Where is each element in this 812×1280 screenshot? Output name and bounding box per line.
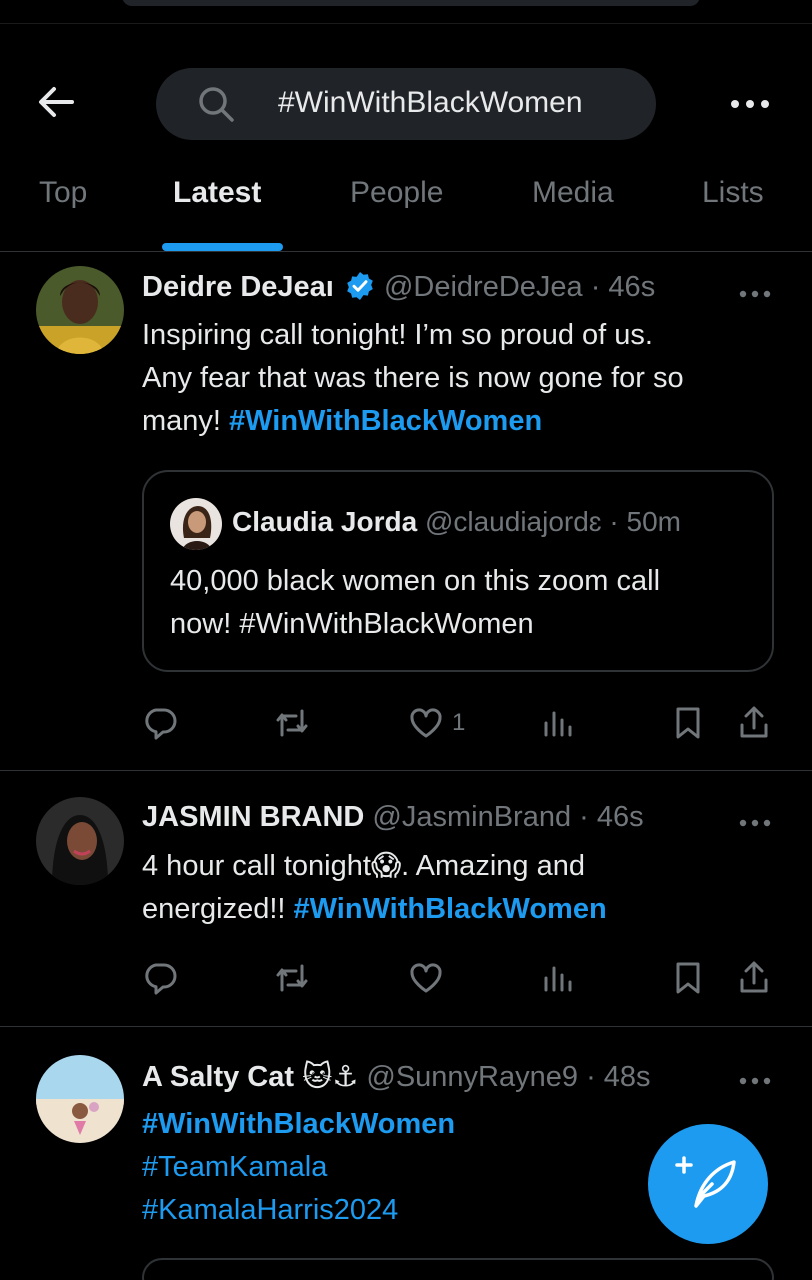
share-icon — [740, 706, 768, 738]
more-icon — [731, 100, 769, 108]
tweet-text-line: Inspiring call tonight! I’m so proud of … — [142, 319, 653, 351]
tab-top[interactable]: Top — [39, 176, 87, 210]
back-button[interactable] — [36, 82, 76, 122]
share-button[interactable] — [736, 700, 772, 746]
retweet-button[interactable] — [274, 955, 310, 1001]
hashtag-link[interactable]: #WinWithBlackWomen — [229, 405, 542, 437]
search-icon — [199, 87, 234, 122]
reply-icon — [145, 963, 177, 995]
tweet-text-line: many! #WinWithBlackWomen — [142, 400, 782, 443]
display-name[interactable]: Deidre DeJeaı — [142, 271, 334, 303]
tweet-header: A Salty Cat 🐱⚓ @SunnyRayne9 · 48s — [142, 1059, 732, 1094]
quote-text-line: 40,000 black women on this zoom call — [170, 565, 661, 597]
handle[interactable]: @SunnyRayne9 — [366, 1061, 578, 1093]
tweet-more-button[interactable] — [738, 1073, 772, 1085]
avatar[interactable] — [36, 266, 124, 354]
tweet-text-line: 4 hour call tonight😱. Amazing and — [142, 845, 782, 888]
top-strip — [0, 0, 812, 24]
handle[interactable]: @JasminBrand — [372, 801, 571, 833]
quoted-tweet[interactable]: Claudia Jorda @claudiajordɛ · 50m 40,000… — [142, 470, 774, 672]
quote-avatar[interactable] — [170, 498, 222, 550]
bookmark-button[interactable] — [670, 955, 706, 1001]
tweet-more-button[interactable] — [738, 815, 772, 827]
more-options-button[interactable] — [728, 96, 772, 112]
more-icon — [739, 819, 771, 827]
tweet-text-fragment: energized!! — [142, 893, 294, 925]
share-icon — [740, 961, 768, 993]
search-header: #WinWithBlackWomen — [0, 24, 812, 140]
tweet-header: Deidre DeJeaı @DeidreDeJea · 46s — [142, 270, 732, 304]
quote-timestamp: · 50m — [609, 506, 681, 537]
views-icon — [544, 711, 572, 737]
scream-emoji: 😱 — [370, 850, 402, 882]
tab-latest[interactable]: Latest — [173, 176, 261, 210]
like-icon — [410, 963, 442, 993]
bookmark-icon — [676, 962, 700, 994]
tweet-header: JASMIN BRAND @JasminBrand · 46s — [142, 801, 732, 834]
tweet-text-fragment: many! — [142, 405, 230, 437]
like-button[interactable] — [408, 955, 444, 1001]
compose-button[interactable] — [648, 1124, 768, 1244]
tab-lists[interactable]: Lists — [702, 176, 764, 210]
tweet-text: 4 hour call tonight😱. Amazing and energi… — [142, 845, 782, 931]
address-pill — [122, 0, 700, 6]
more-icon — [739, 290, 771, 298]
tweet-text-line: Any fear that was there is now gone for … — [142, 362, 684, 394]
hashtag-link[interactable]: #WinWithBlackWomen — [294, 893, 607, 925]
like-button[interactable]: 1 — [408, 700, 465, 746]
display-name[interactable]: JASMIN BRAND — [142, 801, 364, 833]
search-input[interactable]: #WinWithBlackWomen — [156, 68, 656, 140]
compose-icon — [675, 1156, 736, 1208]
like-count: 1 — [452, 709, 466, 736]
quote-header: Claudia Jorda @claudiajordɛ · 50m — [232, 506, 752, 538]
timestamp: · 46s — [579, 801, 644, 833]
quote-display-name[interactable]: Claudia Jorda — [232, 506, 417, 537]
display-name[interactable]: A Salty Cat — [142, 1061, 294, 1093]
timestamp: · 46s — [590, 271, 656, 303]
search-query: #WinWithBlackWomen — [278, 86, 583, 119]
handle[interactable]: @DeidreDeJea — [384, 271, 583, 303]
tweet-text: Inspiring call tonight! I’m so proud of … — [142, 314, 782, 443]
tweet-text-fragment: . Amazing and — [401, 850, 585, 882]
name-emoji: 🐱⚓ — [302, 1061, 359, 1093]
quote-text: 40,000 black women on this zoom call now… — [170, 560, 760, 646]
tweet[interactable]: JASMIN BRAND @JasminBrand · 46s 4 hour c… — [0, 771, 812, 1027]
timestamp: · 48s — [586, 1061, 651, 1093]
active-tab-indicator — [162, 243, 283, 251]
avatar[interactable] — [36, 1055, 124, 1143]
tab-people[interactable]: People — [350, 176, 443, 210]
avatar[interactable] — [36, 797, 124, 885]
embedded-card-edge — [142, 1258, 774, 1280]
tab-media[interactable]: Media — [532, 176, 614, 210]
tweet-text-line: energized!! #WinWithBlackWomen — [142, 888, 782, 931]
tweet-actions — [142, 955, 782, 1001]
tab-bar: Top Latest People Media Lists — [0, 158, 812, 252]
tweet-more-button[interactable] — [738, 286, 772, 298]
views-icon — [544, 966, 572, 992]
bookmark-button[interactable] — [670, 700, 706, 746]
retweet-icon — [276, 964, 308, 992]
retweet-button[interactable] — [274, 700, 310, 746]
more-icon — [739, 1077, 771, 1085]
bookmark-icon — [676, 707, 700, 739]
back-arrow-icon — [39, 87, 74, 117]
retweet-icon — [276, 709, 308, 737]
quote-handle[interactable]: @claudiajordɛ — [425, 506, 602, 537]
tweet-actions: 1 — [142, 700, 782, 746]
reply-icon — [145, 708, 177, 740]
verified-icon — [347, 272, 373, 300]
tweet-text-fragment: 4 hour call tonight — [142, 850, 371, 882]
tweet[interactable]: Deidre DeJeaı @DeidreDeJea · 46s Inspiri… — [0, 252, 812, 771]
share-button[interactable] — [736, 955, 772, 1001]
reply-button[interactable] — [142, 955, 178, 1001]
reply-button[interactable] — [142, 700, 178, 746]
like-icon — [410, 708, 442, 738]
views-button[interactable] — [540, 700, 576, 746]
quote-text-line: now! #WinWithBlackWomen — [170, 608, 534, 640]
views-button[interactable] — [540, 955, 576, 1001]
